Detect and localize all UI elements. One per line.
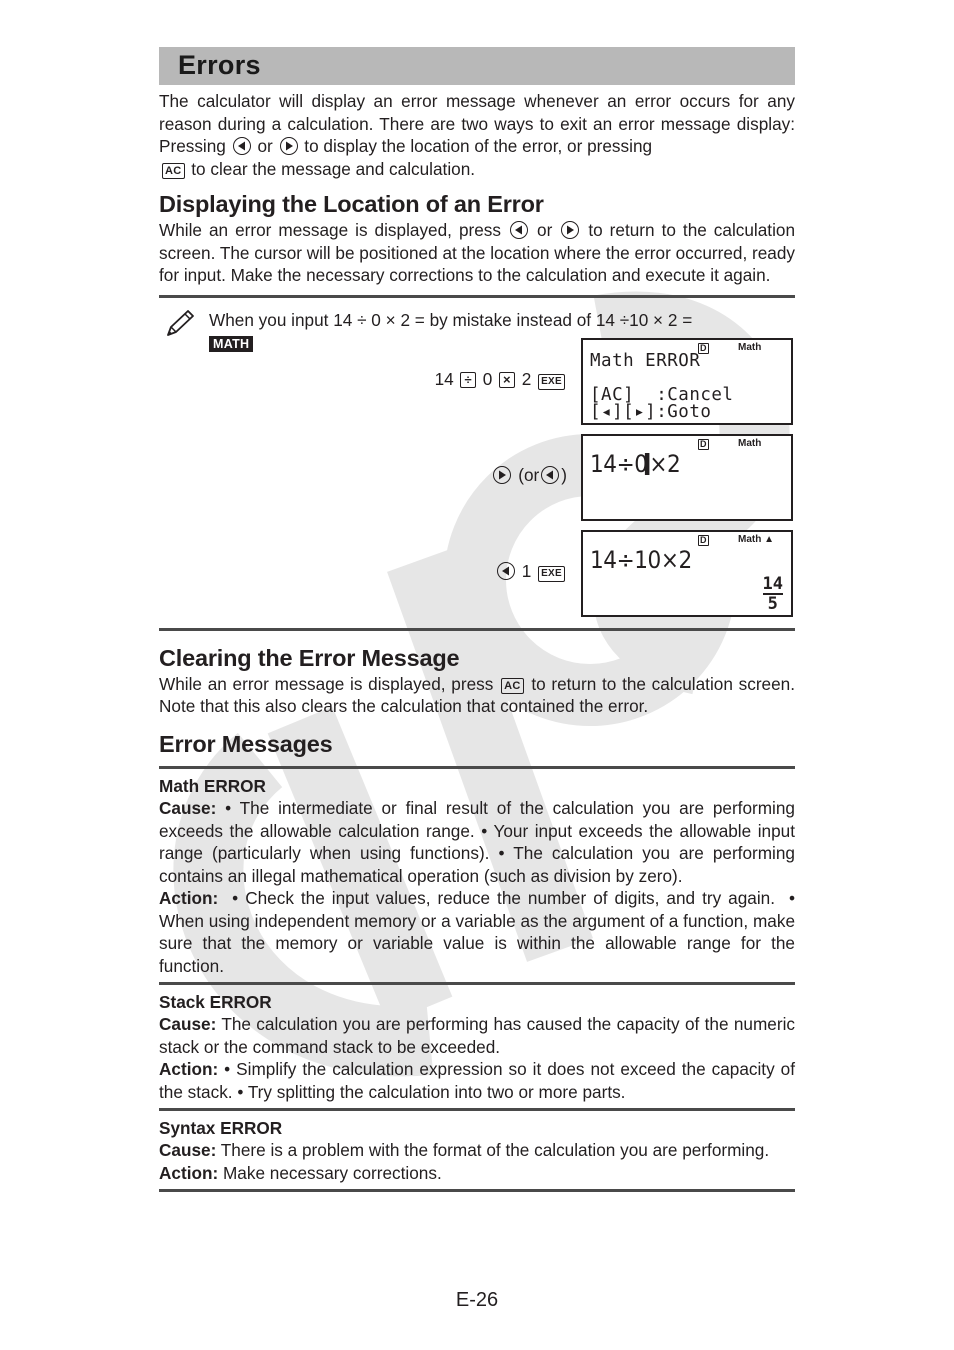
digit: 0 xyxy=(482,368,493,389)
cause-text: There is a problem with the format of th… xyxy=(216,1140,770,1160)
math-mode-badge: MATH xyxy=(209,335,254,352)
cause-text: • The intermediate or final result of th… xyxy=(159,798,795,886)
lcd-line: [◂][▸]:Goto xyxy=(590,401,712,422)
action-label: Action: xyxy=(159,1162,219,1183)
ac-key-icon: AC xyxy=(501,677,524,694)
error-title: Syntax ERROR xyxy=(159,1117,283,1138)
divider xyxy=(159,627,795,631)
error-cause: Cause: The calculation you are performin… xyxy=(159,1013,795,1058)
action-label: Action: xyxy=(159,888,219,908)
clearing-paragraph: While an error message is displayed, pre… xyxy=(159,673,795,718)
error-title: Stack ERROR xyxy=(159,991,272,1012)
digit: 2 xyxy=(521,368,532,389)
error-action: Action: • Simplify the calculation expre… xyxy=(159,1058,795,1103)
left-arrow-key-icon xyxy=(496,561,515,580)
ac-key-icon: AC xyxy=(162,162,185,179)
degree-indicator: D xyxy=(698,438,709,450)
digit: 14 xyxy=(434,368,454,389)
error-action: Action: • Check the input values, reduce… xyxy=(159,887,795,977)
exe-key-icon: EXE xyxy=(538,565,565,582)
cause-label: Cause: xyxy=(159,798,217,818)
close-paren: ) xyxy=(561,464,567,485)
heading-displaying-location: Displaying the Location of an Error xyxy=(159,191,544,217)
error-entry-math: Math ERROR Cause: • The intermediate or … xyxy=(159,775,795,978)
error-cause: Cause: • The intermediate or final resul… xyxy=(159,797,795,887)
divide-key-icon: ÷ xyxy=(460,371,476,388)
mode-indicator: Math xyxy=(738,437,762,449)
error-title: Math ERROR xyxy=(159,775,266,796)
expr-part: 14÷0 xyxy=(590,449,648,478)
right-arrow-key-icon xyxy=(493,465,512,484)
section-banner: Errors xyxy=(159,47,795,85)
error-cause: Cause: There is a problem with the forma… xyxy=(159,1139,795,1162)
divider xyxy=(159,982,795,985)
cause-label: Cause: xyxy=(159,1140,217,1160)
cause-label: Cause: xyxy=(159,1014,217,1034)
divider xyxy=(159,1189,795,1192)
exe-key-icon: EXE xyxy=(538,373,565,390)
error-entry-syntax: Syntax ERROR Cause: There is a problem w… xyxy=(159,1117,795,1185)
intro-text-3: to clear the message and calculation. xyxy=(191,158,476,179)
action-label: Action: xyxy=(159,1059,219,1079)
section-title: Errors xyxy=(178,50,261,80)
multiply-key-icon: × xyxy=(499,371,515,388)
example-description: When you input 14 ÷ 0 × 2 = by mistake i… xyxy=(209,309,693,330)
clearing-text-1: While an error message is displayed, pre… xyxy=(159,673,494,694)
left-arrow-key-icon xyxy=(510,221,528,239)
displaying-text-1: While an error message is displayed, pre… xyxy=(159,220,501,240)
action-text: • Simplify the calculation expression so… xyxy=(159,1059,795,1102)
displaying-paragraph: While an error message is displayed, pre… xyxy=(159,219,795,287)
action-text: • Check the input values, reduce the num… xyxy=(159,888,800,976)
pencil-icon xyxy=(167,309,194,336)
degree-indicator: D xyxy=(698,534,709,546)
intro-text-2: to display the location of the error, or… xyxy=(304,136,653,156)
intro-paragraph: The calculator will display an error mes… xyxy=(159,90,795,180)
right-arrow-key-icon xyxy=(279,137,298,155)
heading-clearing: Clearing the Error Message xyxy=(159,644,460,671)
lcd-expression: 14÷10×2 xyxy=(590,545,692,574)
error-action: Action: Make necessary corrections. xyxy=(159,1162,795,1185)
mode-indicator: Math xyxy=(738,341,762,353)
digit: 1 xyxy=(521,560,532,581)
error-entry-stack: Stack ERROR Cause: The calculation you a… xyxy=(159,991,795,1104)
divider xyxy=(159,1108,795,1111)
or-text: (or xyxy=(518,464,540,485)
lcd-screen-result: D Math ▲ 14÷10×2 14 5 xyxy=(581,529,793,617)
lcd-expression: 14÷0×2 xyxy=(590,449,681,478)
expr-part: ×2 xyxy=(649,449,681,478)
left-arrow-key-icon xyxy=(541,465,560,484)
lcd-screen-cursor: D Math 14÷0×2 xyxy=(581,433,793,521)
cause-text: The calculation you are performing has c… xyxy=(159,1014,795,1057)
action-text: Make necessary corrections. xyxy=(218,1162,442,1183)
fraction-denominator: 5 xyxy=(767,593,778,614)
divider xyxy=(159,765,795,769)
step-3-key-sequence: 1 EXE xyxy=(495,561,567,582)
heading-error-messages: Error Messages xyxy=(159,730,333,757)
intro-or: or xyxy=(257,136,273,156)
mode-indicator: Math ▲ xyxy=(738,533,775,545)
step-2-key-sequence: (or) xyxy=(491,465,567,486)
lcd-screen-math-error: D Math Math ERROR [AC] :Cancel [◂][▸]:Go… xyxy=(581,337,793,425)
fraction-numerator: 14 xyxy=(762,573,783,594)
right-arrow-key-icon xyxy=(561,221,580,239)
displaying-or: or xyxy=(537,220,553,240)
left-arrow-key-icon xyxy=(232,137,251,155)
page-number: E-26 xyxy=(455,1289,499,1311)
step-1-key-sequence: 14 ÷ 0 × 2 EXE xyxy=(435,369,567,390)
manual-page: Errors The calculator will display an er… xyxy=(159,47,795,1192)
lcd-line: Math ERROR xyxy=(590,350,701,371)
result-fraction: 14 5 xyxy=(762,573,783,614)
example-box: When you input 14 ÷ 0 × 2 = by mistake i… xyxy=(159,298,795,628)
